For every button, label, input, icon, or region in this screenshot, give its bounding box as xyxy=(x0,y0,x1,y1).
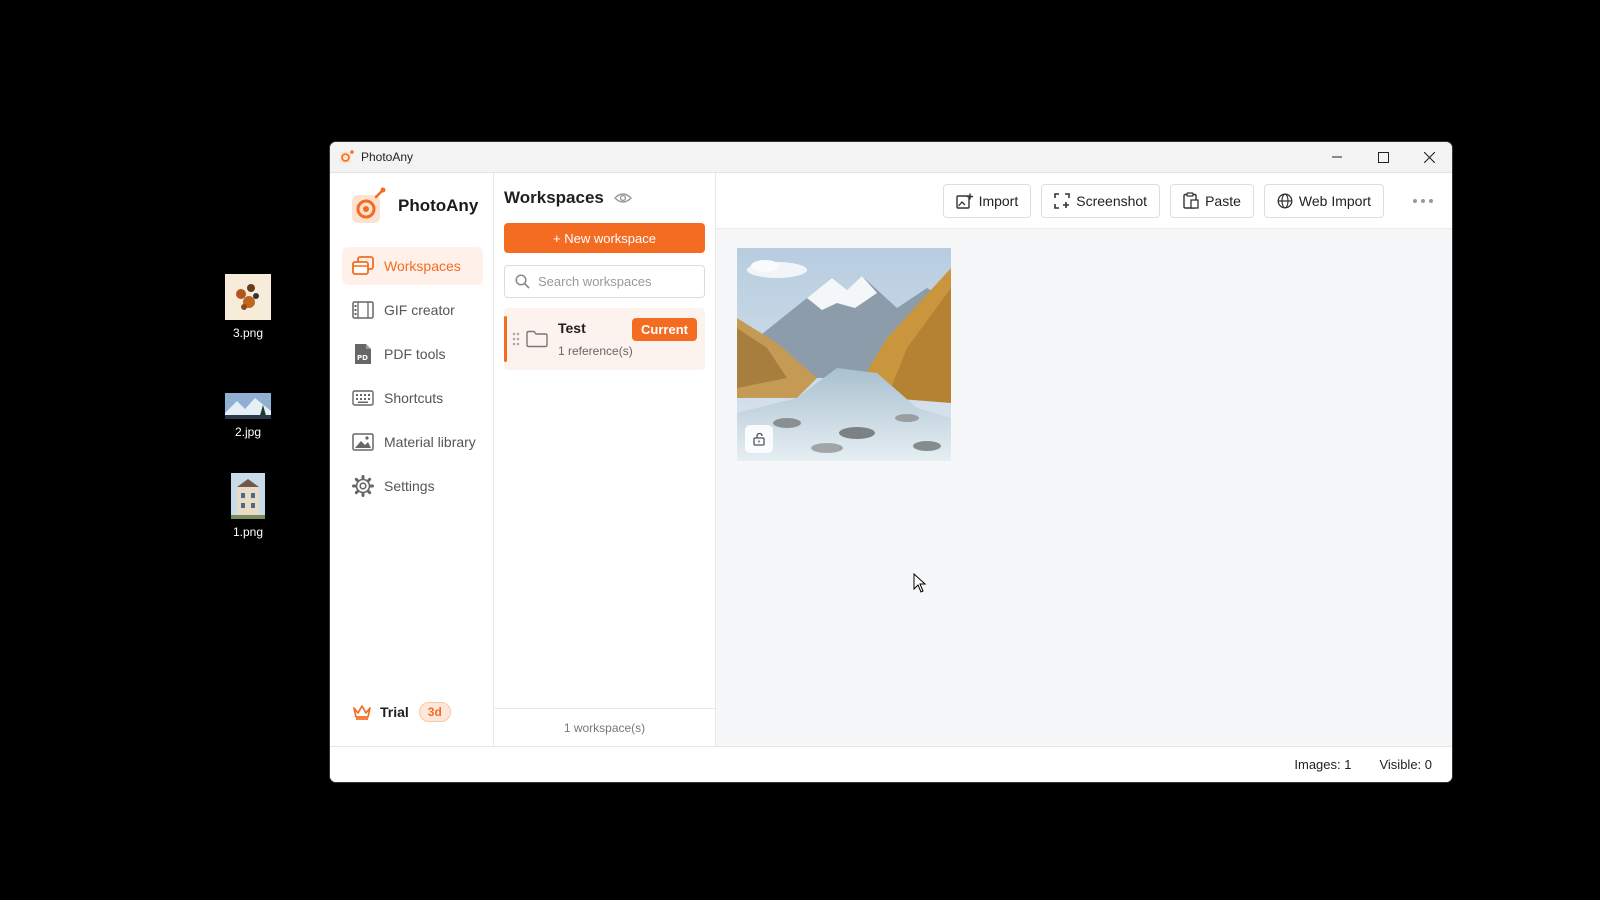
status-bar: Images: 1 Visible: 0 xyxy=(330,746,1452,782)
workspaces-panel: Workspaces + New workspace Test 1 refere… xyxy=(494,173,716,746)
trial-label: Trial xyxy=(380,704,409,720)
workspaces-title: Workspaces xyxy=(504,188,604,207)
workspace-count: 1 workspace(s) xyxy=(494,708,715,746)
image-icon xyxy=(351,430,375,454)
more-icon xyxy=(1413,198,1433,203)
app-logo-icon xyxy=(352,187,386,223)
desktop-file-1[interactable]: 1.png xyxy=(213,473,283,539)
close-button[interactable] xyxy=(1406,142,1452,172)
crown-icon xyxy=(353,705,371,720)
list-item[interactable]: Test 1 reference(s) Current xyxy=(504,308,705,370)
screenshot-button[interactable]: Screenshot xyxy=(1041,183,1161,218)
more-button[interactable] xyxy=(1412,198,1434,204)
image-card[interactable] xyxy=(737,248,951,461)
sidebar-item-workspaces[interactable]: Workspaces xyxy=(342,247,483,285)
desktop-file-3[interactable]: 3.png xyxy=(213,274,283,340)
sidebar-item-shortcuts[interactable]: Shortcuts xyxy=(342,379,483,417)
paste-label: Paste xyxy=(1205,192,1241,209)
import-label: Import xyxy=(978,192,1019,209)
title-bar[interactable]: PhotoAny xyxy=(330,142,1452,173)
new-workspace-button[interactable]: + New workspace xyxy=(504,223,705,253)
sidebar-item-gif-creator[interactable]: GIF creator xyxy=(342,291,483,329)
sidebar-item-pdf-tools[interactable]: PD PDF tools xyxy=(342,335,483,373)
lock-button[interactable] xyxy=(745,425,773,453)
file-label: 2.jpg xyxy=(234,425,262,439)
workspace-reference-count: 1 reference(s) xyxy=(558,344,633,358)
web-import-button[interactable]: Web Import xyxy=(1263,183,1384,218)
visible-count: Visible: 0 xyxy=(1379,757,1432,772)
globe-icon xyxy=(1277,193,1293,208)
sidebar-item-label: Material library xyxy=(384,434,476,450)
import-image-icon xyxy=(955,193,973,209)
sidebar-item-label: PDF tools xyxy=(384,346,446,362)
svg-text:PD: PD xyxy=(357,354,368,362)
screenshot-icon xyxy=(1054,192,1071,209)
toolbar: Import Screenshot Paste Web Import xyxy=(716,173,1452,229)
workspaces-icon xyxy=(351,254,375,278)
search-box[interactable] xyxy=(504,265,705,298)
keyboard-icon xyxy=(351,386,375,410)
app-logo-icon xyxy=(340,150,354,163)
paste-button[interactable]: Paste xyxy=(1170,183,1254,218)
trial-days-badge: 3d xyxy=(418,702,451,722)
minimize-icon xyxy=(1332,156,1342,158)
folder-icon xyxy=(526,330,548,348)
desktop-file-2[interactable]: 2.jpg xyxy=(213,393,283,439)
images-count: Images: 1 xyxy=(1294,757,1352,772)
eye-icon[interactable] xyxy=(613,192,632,204)
image-canvas[interactable] xyxy=(716,229,1452,746)
search-input[interactable] xyxy=(538,274,698,289)
sidebar-item-material-library[interactable]: Material library xyxy=(342,423,483,461)
clipboard-icon xyxy=(1183,192,1199,209)
close-icon xyxy=(1423,151,1435,163)
pdf-icon: PD xyxy=(351,342,375,366)
file-thumbnail-icon xyxy=(231,473,265,519)
web-import-label: Web Import xyxy=(1298,192,1371,209)
mouse-cursor-icon xyxy=(913,573,927,593)
file-thumbnail-icon xyxy=(225,274,271,320)
file-thumbnail-icon xyxy=(225,393,271,419)
search-icon xyxy=(515,274,530,289)
unlock-icon xyxy=(753,432,765,446)
active-indicator xyxy=(504,316,507,362)
brand-name: PhotoAny xyxy=(398,196,479,215)
import-button[interactable]: Import xyxy=(942,183,1032,218)
screenshot-label: Screenshot xyxy=(1076,192,1148,209)
workspace-name: Test xyxy=(558,320,586,336)
current-badge: Current xyxy=(632,318,697,341)
gear-icon xyxy=(351,474,375,498)
main-area: Import Screenshot Paste Web Import xyxy=(716,173,1452,746)
maximize-button[interactable] xyxy=(1360,142,1406,172)
drag-handle-icon[interactable] xyxy=(512,332,520,346)
maximize-icon xyxy=(1377,151,1389,163)
sidebar-item-settings[interactable]: Settings xyxy=(342,467,483,505)
sidebar: PhotoAny Workspaces GIF creator PD PDF t… xyxy=(330,173,494,746)
trial-status[interactable]: Trial 3d xyxy=(352,702,451,722)
file-label: 1.png xyxy=(232,525,264,539)
file-label: 3.png xyxy=(232,326,264,340)
sidebar-item-label: Workspaces xyxy=(384,258,461,274)
app-window: PhotoAny PhotoAny Workspaces GIF creator… xyxy=(330,142,1452,782)
brand: PhotoAny xyxy=(330,173,493,239)
window-title: PhotoAny xyxy=(361,150,414,164)
gif-icon xyxy=(351,298,375,322)
minimize-button[interactable] xyxy=(1314,142,1360,172)
sidebar-item-label: Settings xyxy=(384,478,435,494)
sidebar-item-label: Shortcuts xyxy=(384,390,444,406)
sidebar-item-label: GIF creator xyxy=(384,302,455,318)
